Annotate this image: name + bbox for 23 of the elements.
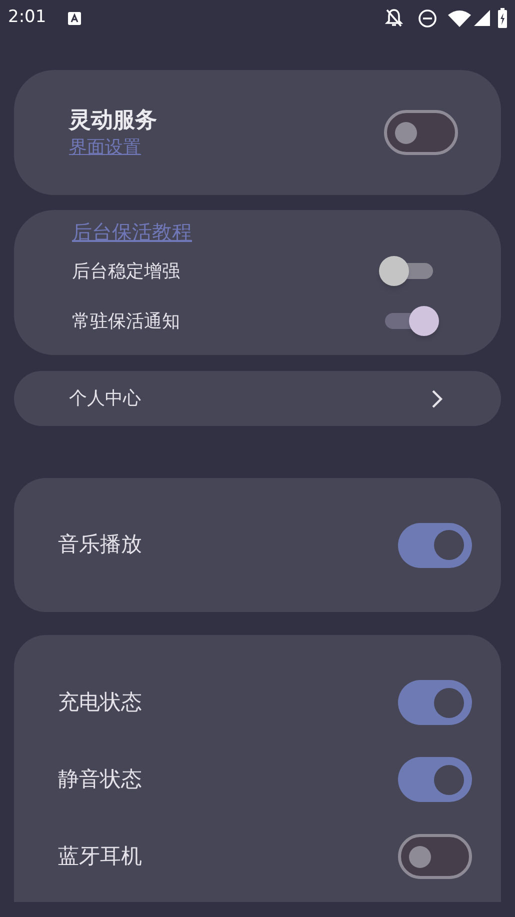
- toggle-switch[interactable]: [398, 757, 472, 802]
- bell-off-icon: [385, 8, 403, 28]
- setting-label: 充电状态: [58, 688, 142, 716]
- setting-label: 后台稳定增强: [72, 260, 180, 284]
- service-title: 灵动服务: [69, 106, 157, 134]
- chevron-right-icon: [431, 388, 443, 408]
- setting-label: 静音状态: [58, 766, 142, 793]
- do-not-disturb-icon: [418, 8, 437, 28]
- battery-icon: [498, 8, 507, 28]
- toggle-switch[interactable]: [398, 522, 472, 568]
- signal-icon: [474, 10, 490, 26]
- status-time: 2:01: [8, 6, 46, 30]
- setting-label: 音乐播放: [58, 531, 142, 558]
- toggle-switch[interactable]: [398, 680, 472, 725]
- tutorial-link[interactable]: 后台保活教程: [72, 218, 192, 246]
- setting-label: 蓝牙耳机: [58, 842, 142, 870]
- wifi-icon: [448, 10, 471, 26]
- toggle-switch[interactable]: [384, 110, 458, 155]
- interface-settings-link[interactable]: 界面设置: [69, 136, 157, 160]
- profile-row[interactable]: 个人中心: [14, 371, 501, 426]
- app-notification-icon: [68, 12, 82, 24]
- setting-label: 常驻保活通知: [72, 310, 180, 334]
- toggle-switch[interactable]: [398, 834, 472, 879]
